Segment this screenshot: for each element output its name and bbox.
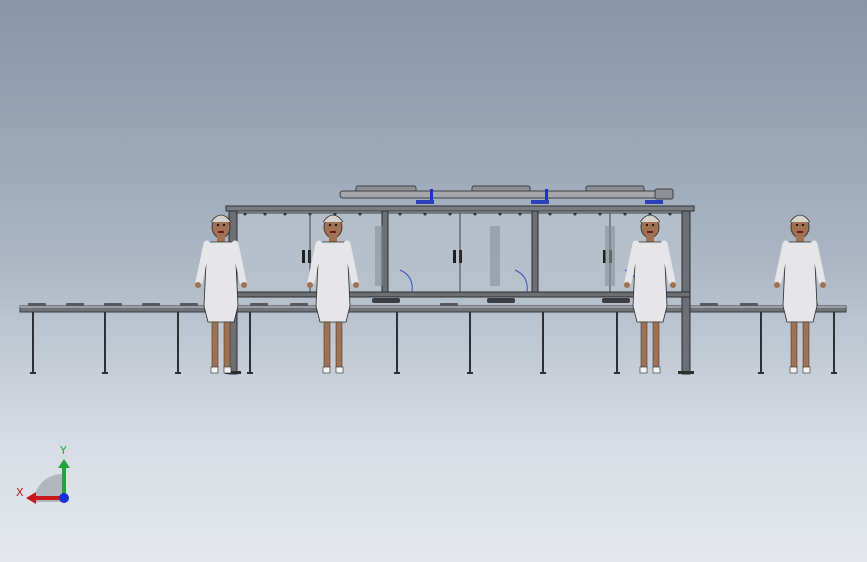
assembly-model[interactable] — [0, 0, 867, 562]
glass-enclosure[interactable] — [225, 205, 695, 375]
y-axis-arrowhead — [58, 459, 70, 468]
y-axis-label: Y — [59, 444, 67, 457]
top-manifold[interactable] — [339, 185, 674, 204]
conveyor-line[interactable] — [19, 303, 847, 374]
operator-figure — [774, 214, 826, 374]
z-axis-dot — [59, 493, 69, 503]
graphics-viewport[interactable]: Y X — [0, 0, 867, 562]
x-axis-label: X — [16, 486, 24, 499]
x-axis-arrowhead — [26, 492, 36, 504]
coordinate-triad: Y X — [16, 444, 70, 504]
